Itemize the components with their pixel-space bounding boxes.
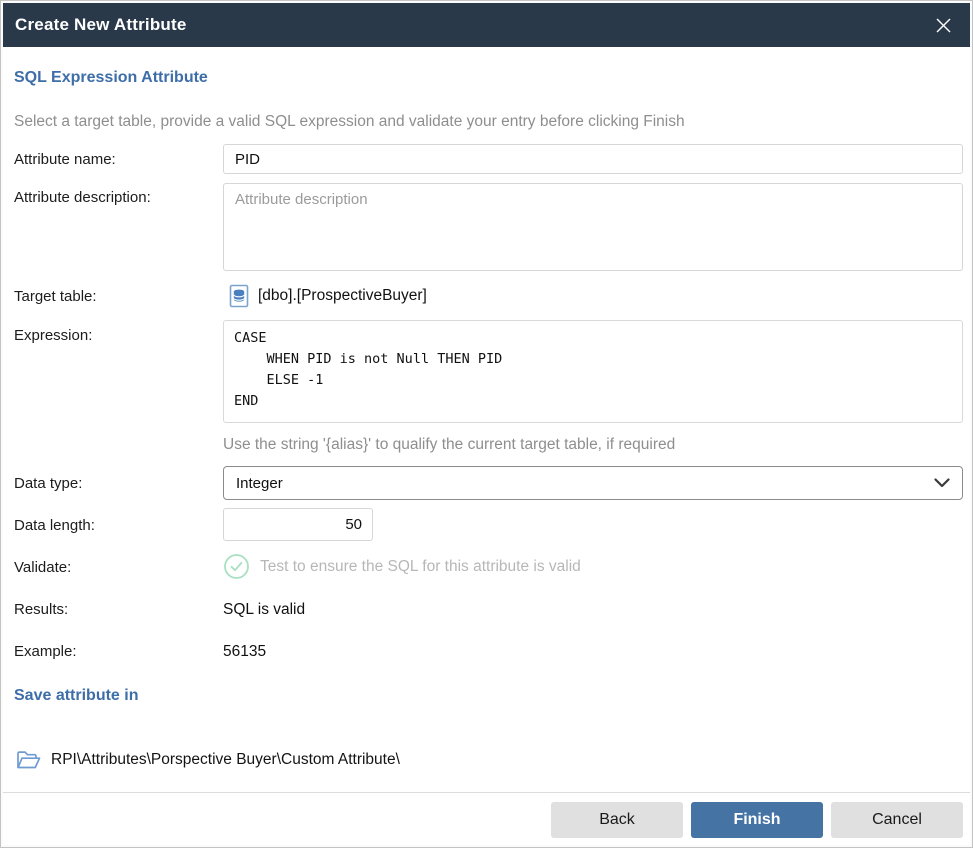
save-attribute-heading: Save attribute in — [14, 687, 138, 705]
dialog-title: Create New Attribute — [15, 15, 187, 35]
close-icon — [935, 17, 952, 34]
back-button[interactable]: Back — [551, 802, 683, 838]
footer: Back Finish Cancel — [3, 793, 970, 845]
validate-label: Validate: — [14, 559, 71, 576]
validate-action[interactable]: Test to ensure the SQL for this attribut… — [223, 553, 581, 580]
data-length-input — [223, 508, 373, 541]
chevron-down-icon — [934, 478, 950, 488]
open-folder-icon — [15, 748, 42, 772]
save-location-path: RPI\Attributes\Porspective Buyer\Custom … — [51, 751, 400, 769]
close-button[interactable] — [928, 10, 958, 40]
instructions-text: Select a target table, provide a valid S… — [14, 113, 685, 131]
attribute-name-input[interactable] — [223, 144, 963, 174]
example-value: 56135 — [223, 643, 266, 661]
attribute-name-label: Attribute name: — [14, 151, 116, 168]
section-title: SQL Expression Attribute — [14, 69, 208, 87]
table-icon — [228, 284, 250, 308]
target-table-label: Target table: — [14, 288, 97, 305]
validate-hint-text: Test to ensure the SQL for this attribut… — [260, 558, 581, 576]
dialog-titlebar: Create New Attribute — [3, 3, 970, 47]
data-type-label: Data type: — [14, 475, 82, 492]
data-type-selected-value: Integer — [236, 475, 934, 492]
save-location-row[interactable]: RPI\Attributes\Porspective Buyer\Custom … — [15, 748, 400, 772]
check-circle-icon — [223, 553, 250, 580]
target-table-value: [dbo].[ProspectiveBuyer] — [258, 287, 427, 305]
data-length-label: Data length: — [14, 517, 95, 534]
expression-hint: Use the string '{alias}' to qualify the … — [223, 436, 675, 454]
expression-textarea[interactable]: CASE WHEN PID is not Null THEN PID ELSE … — [223, 320, 963, 423]
target-table-row[interactable]: [dbo].[ProspectiveBuyer] — [228, 284, 427, 308]
finish-button[interactable]: Finish — [691, 802, 823, 838]
results-label: Results: — [14, 601, 68, 618]
create-new-attribute-dialog: Create New Attribute SQL Expression Attr… — [0, 0, 973, 848]
data-type-select[interactable]: Integer — [223, 466, 963, 500]
example-label: Example: — [14, 643, 77, 660]
cancel-button[interactable]: Cancel — [831, 802, 963, 838]
results-value: SQL is valid — [223, 601, 305, 619]
expression-label: Expression: — [14, 327, 92, 344]
attribute-description-textarea[interactable] — [223, 183, 963, 271]
attribute-description-label: Attribute description: — [14, 189, 151, 206]
